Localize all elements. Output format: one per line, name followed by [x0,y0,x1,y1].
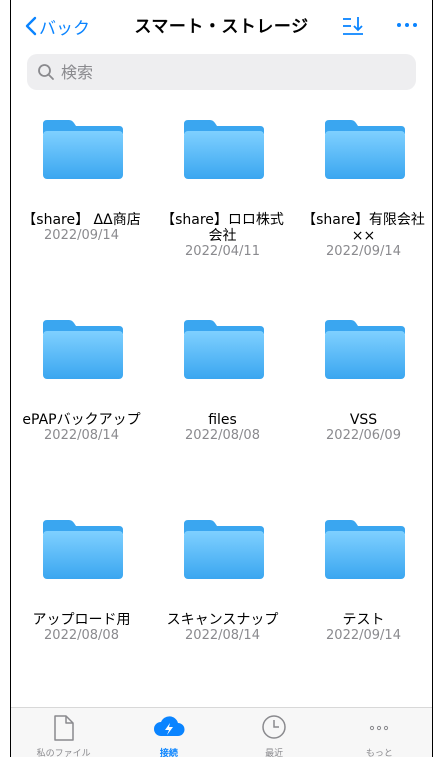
folder-icon [184,120,264,179]
folder-date: 2022/06/09 [326,428,401,443]
folder-date: 2022/08/14 [44,428,119,443]
folder-icon [184,520,264,579]
folder-label: テスト [342,612,385,628]
folder-label: 【share】有限会社 ×× [302,212,425,244]
app-window: バック スマート・ストレージ 【share】 ΔΔ商店2022/09/14【sh… [10,0,433,757]
folder-item[interactable]: 【share】有限会社 ×× 2022/09/14 [293,110,432,310]
tab-label: もっと [365,749,393,757]
folder-icon [43,320,123,379]
folder-item[interactable]: 【share】 ΔΔ商店 2022/09/14 [11,110,152,310]
folder-name: 【share】 ΔΔ商店 2022/09/14 [11,212,152,244]
folder-label: アップロード用 [32,612,131,628]
tab-label: 接続 [159,749,178,757]
folder-date: 2022/08/08 [185,428,260,443]
clock-icon [262,715,286,739]
folder-name: テスト 2022/09/14 [293,612,432,644]
sort-icon[interactable] [341,14,365,38]
folder-name: 【share】ロロ株式 会社 2022/04/11 [152,212,293,260]
folder-date: 2022/09/14 [326,628,401,643]
folder-name: アップロード用 2022/08/08 [11,612,152,644]
folder-icon [43,120,123,179]
folder-item[interactable]: VSS 2022/06/09 [293,310,432,510]
folder-name: VSS 2022/06/09 [293,412,432,444]
folder-item[interactable]: 【share】ロロ株式 会社 2022/04/11 [152,110,293,310]
tab-label: 私のファイル [36,749,91,757]
folder-grid: 【share】 ΔΔ商店 2022/09/14 【share】ロロ株式 会社 2022… [11,110,432,710]
nav-bar: バック スマート・ストレージ [11,0,432,52]
tab-my-files[interactable]: 私のファイル [11,708,116,757]
folder-icon [43,520,123,579]
folder-item[interactable]: アップロード用 2022/08/08 [11,510,152,710]
folder-name: ePAPバックアップ 2022/08/14 [11,412,152,444]
search-icon [38,64,54,80]
folder-label: 【share】 ΔΔ商店 [22,212,141,228]
folder-icon [325,520,405,579]
tab-connect[interactable]: 接続 [116,708,221,757]
folder-item[interactable]: files 2022/08/08 [152,310,293,510]
folder-name: files 2022/08/08 [152,412,293,444]
tab-recent[interactable]: 最近 [222,708,327,757]
document-icon [53,715,74,741]
folder-label: 【share】ロロ株式 会社 [161,212,284,244]
folder-date: 2022/09/14 [44,228,119,243]
folder-icon [325,320,405,379]
folder-date: 2022/09/14 [326,244,401,259]
page-title: スマート・ストレージ [134,17,309,37]
folder-icon [184,320,264,379]
more-dots-icon [370,725,389,731]
folder-item[interactable]: テスト 2022/09/14 [293,510,432,710]
cloud-bolt-icon [153,716,185,736]
folder-label: files [208,412,237,428]
folder-date: 2022/08/14 [185,628,260,643]
tab-more[interactable]: もっと [327,708,432,757]
more-icon[interactable] [396,20,418,30]
folder-item[interactable]: スキャンスナップ 2022/08/14 [152,510,293,710]
folder-date: 2022/04/11 [185,244,260,259]
folder-label: スキャンスナップ [166,612,279,628]
folder-date: 2022/08/08 [44,628,119,643]
folder-label: VSS [349,412,378,428]
search-bar[interactable] [27,54,416,90]
folder-label: ePAPバックアップ [22,412,141,428]
folder-name: スキャンスナップ 2022/08/14 [152,612,293,644]
search-input[interactable] [59,61,363,83]
tab-bar: 私のファイル 接続 最近 もっと [11,707,432,757]
tab-label: 最近 [265,749,284,757]
folder-item[interactable]: ePAPバックアップ 2022/08/14 [11,310,152,510]
folder-name: 【share】有限会社 ×× 2022/09/14 [293,212,432,260]
folder-icon [325,120,405,179]
